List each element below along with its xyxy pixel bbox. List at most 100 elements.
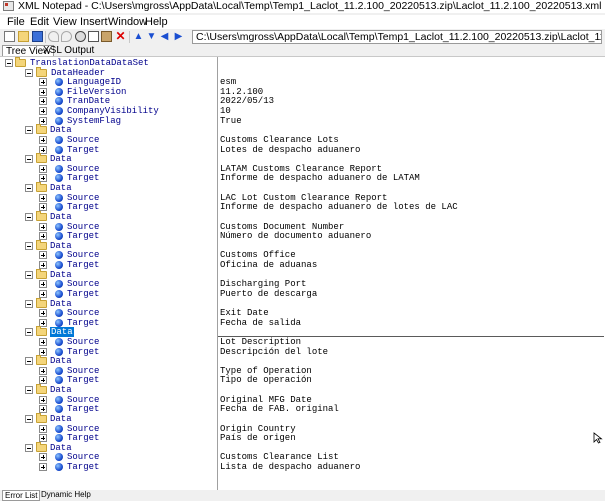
source-value[interactable]: LAC Lot Custom Clearance Report — [220, 193, 387, 203]
expand-icon[interactable] — [39, 251, 47, 260]
collapse-icon[interactable] — [25, 299, 33, 308]
tree-row[interactable]: Data — [0, 182, 605, 193]
tree-row[interactable]: CompanyVisibility 10 — [0, 106, 605, 116]
expand-icon[interactable] — [39, 463, 47, 472]
tree-row[interactable]: Target Informe de despacho aduanero de lo… — [0, 202, 605, 212]
tree-row[interactable]: Data — [0, 355, 605, 366]
target-value[interactable]: Informe de despacho aduanero de LATAM — [220, 173, 420, 183]
tree-row[interactable]: LanguageID esm — [0, 77, 605, 87]
delete-icon[interactable]: ✕ — [115, 30, 126, 42]
nudge-up-icon[interactable]: ▲ — [133, 31, 144, 42]
collapse-icon[interactable] — [25, 357, 33, 366]
new-icon[interactable] — [4, 31, 15, 42]
tree-row[interactable]: Source Customs Clearance Lots — [0, 135, 605, 145]
tree-row[interactable]: Source Original MFG Date — [0, 395, 605, 405]
undo-icon[interactable] — [48, 31, 59, 42]
redo-icon[interactable] — [61, 31, 72, 42]
open-icon[interactable] — [18, 31, 29, 42]
tree-row[interactable]: Data — [0, 210, 605, 222]
tree-row[interactable]: Data — [0, 124, 605, 135]
tree-row[interactable]: Data — [0, 239, 605, 251]
tree-row[interactable]: Data — [0, 384, 605, 395]
nudge-right-icon[interactable]: ▶ — [173, 31, 184, 42]
collapse-icon[interactable] — [25, 126, 33, 135]
cut-icon[interactable] — [75, 31, 86, 42]
tree-row[interactable]: Source Lot Description — [0, 337, 605, 347]
source-value[interactable]: Lot Description — [220, 337, 301, 347]
expand-icon[interactable] — [39, 78, 47, 87]
expand-icon[interactable] — [39, 366, 47, 375]
menu-help[interactable]: Help — [145, 15, 168, 29]
tree-row[interactable]: Target Fecha de FAB. original — [0, 404, 605, 414]
expand-icon[interactable] — [39, 107, 47, 116]
header-field-value[interactable]: esm — [220, 77, 236, 87]
menu-window[interactable]: Window — [108, 15, 147, 29]
source-value[interactable]: Type of Operation — [220, 366, 312, 376]
nudge-left-icon[interactable]: ◀ — [159, 31, 170, 42]
tree-row[interactable]: SystemFlag True — [0, 116, 605, 126]
tree-row[interactable]: Source Origin Country — [0, 424, 605, 434]
expand-icon[interactable] — [39, 193, 47, 202]
tree-row[interactable]: Source LAC Lot Custom Clearance Report — [0, 193, 605, 203]
source-value[interactable]: Customs Clearance List — [220, 452, 339, 462]
tree-row[interactable]: Data — [0, 297, 605, 309]
target-value[interactable]: Número de documento aduanero — [220, 231, 371, 241]
tree-row[interactable]: Data — [0, 153, 605, 164]
tree-row[interactable]: Data — [0, 412, 605, 424]
collapse-icon[interactable] — [25, 184, 33, 193]
collapse-icon[interactable] — [25, 241, 33, 250]
source-value[interactable]: Exit Date — [220, 308, 269, 318]
expand-icon[interactable] — [39, 222, 47, 231]
tree-row[interactable]: Target Lista de despacho aduanero — [0, 462, 605, 472]
expand-icon[interactable] — [39, 87, 47, 96]
collapse-icon[interactable] — [25, 443, 33, 452]
tab-dynamic-help[interactable]: Dynamic Help — [39, 490, 93, 499]
target-value[interactable]: Descripción del lote — [220, 347, 328, 357]
source-value[interactable]: LATAM Customs Clearance Report — [220, 164, 382, 174]
tree-row[interactable]: Target Fecha de salida — [0, 318, 605, 328]
collapse-icon[interactable] — [25, 212, 33, 221]
source-value[interactable]: Customs Clearance Lots — [220, 135, 339, 145]
collapse-icon[interactable] — [25, 270, 33, 279]
header-field-value[interactable]: 11.2.100 — [220, 87, 263, 97]
tree-row[interactable]: Target Número de documento aduanero — [0, 231, 605, 241]
tree-row[interactable]: Target Lotes de despacho aduanero — [0, 145, 605, 155]
tree-row[interactable]: TranDate 2022/05/13 — [0, 96, 605, 106]
expand-icon[interactable] — [39, 135, 47, 144]
collapse-icon[interactable] — [25, 386, 33, 395]
tree-row[interactable]: Source LATAM Customs Clearance Report — [0, 164, 605, 174]
target-value[interactable]: Informe de despacho aduanero de lotes de… — [220, 202, 458, 212]
collapse-icon[interactable] — [25, 414, 33, 423]
tree-row[interactable]: Source Discharging Port — [0, 279, 605, 289]
collapse-icon[interactable] — [25, 68, 33, 77]
target-value[interactable]: Tipo de operación — [220, 375, 312, 385]
collapse-icon[interactable] — [5, 59, 13, 67]
tree-row[interactable]: Source Customs Document Number — [0, 222, 605, 232]
tree-row[interactable]: Target Informe de despacho aduanero de LA… — [0, 173, 605, 183]
tree-row[interactable]: Target Tipo de operación — [0, 375, 605, 385]
copy-icon[interactable] — [88, 31, 99, 42]
header-field-value[interactable]: 2022/05/13 — [220, 96, 274, 106]
header-field-value[interactable]: 10 — [220, 106, 231, 116]
target-value[interactable]: Lista de despacho aduanero — [220, 462, 360, 472]
collapse-icon[interactable] — [25, 155, 33, 164]
expand-icon[interactable] — [39, 97, 47, 106]
tree-row[interactable]: Target Oficina de aduanas — [0, 260, 605, 270]
source-value[interactable]: Customs Office — [220, 250, 296, 260]
source-value[interactable]: Customs Document Number — [220, 222, 344, 232]
source-value[interactable]: Discharging Port — [220, 279, 306, 289]
tree-row[interactable]: Target País de origen — [0, 433, 605, 443]
nudge-down-icon[interactable]: ▼ — [146, 31, 157, 42]
target-value[interactable]: País de origen — [220, 433, 296, 443]
menu-file[interactable]: File — [7, 15, 25, 29]
tree-row[interactable]: Target Descripción del lote — [0, 347, 605, 357]
tree-row[interactable]: FileVersion 11.2.100 — [0, 87, 605, 97]
target-value[interactable]: Puerto de descarga — [220, 289, 317, 299]
tree-row[interactable]: Target Puerto de descarga — [0, 289, 605, 299]
source-value[interactable]: Original MFG Date — [220, 395, 312, 405]
source-value[interactable]: Origin Country — [220, 424, 296, 434]
target-value[interactable]: Lotes de despacho aduanero — [220, 145, 360, 155]
expand-icon[interactable] — [39, 337, 47, 346]
tree-row[interactable]: DataHeader — [0, 66, 605, 78]
expand-icon[interactable] — [39, 395, 47, 404]
